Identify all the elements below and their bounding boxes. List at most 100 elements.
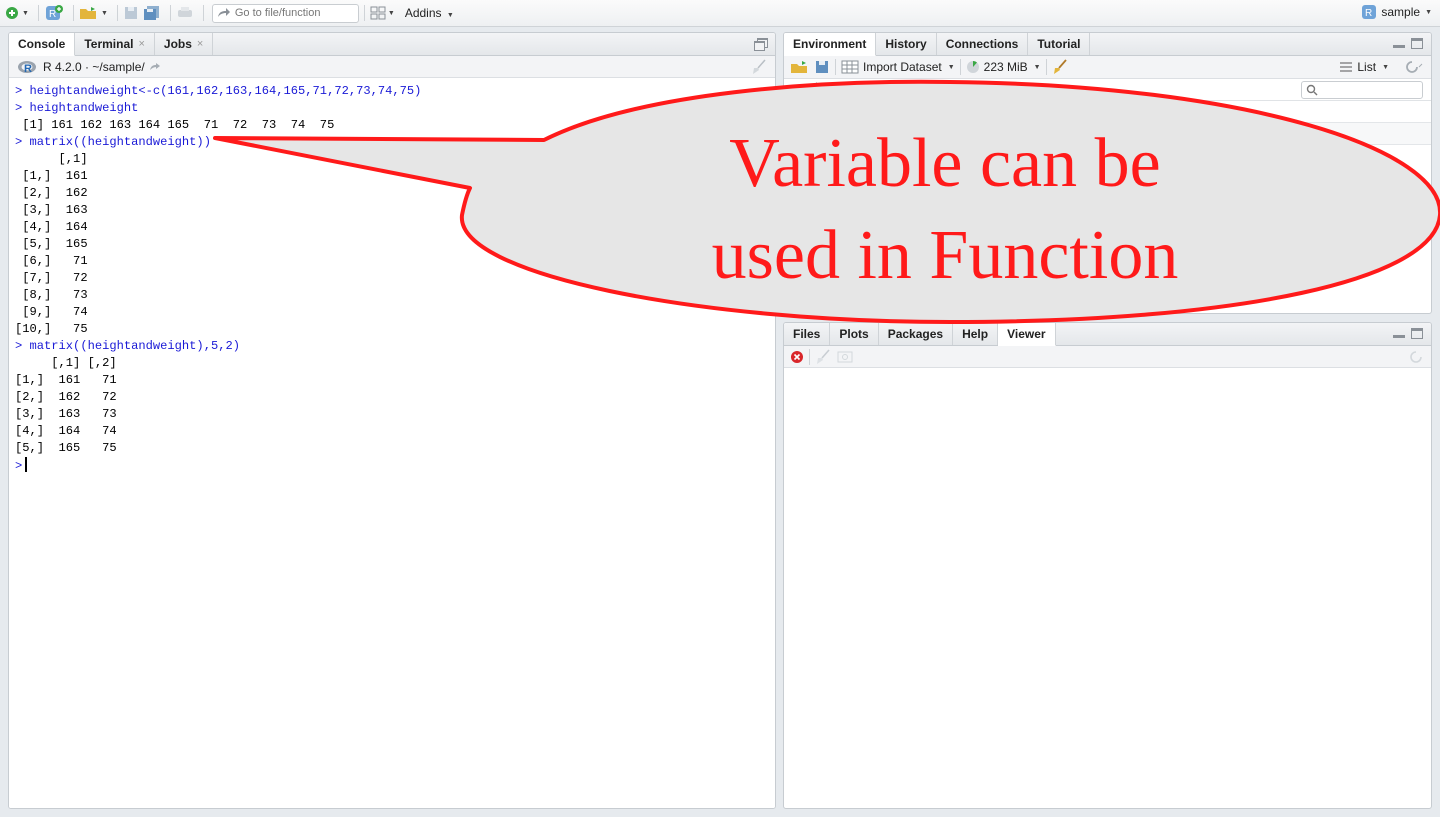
tab-console[interactable]: Console [9,33,76,56]
print-button[interactable] [176,3,194,23]
zoom-icon[interactable] [837,350,853,364]
annotation-line-1: Variable can be [729,125,1161,202]
new-file-button[interactable]: ▼ [4,3,29,23]
console-path-bar: R R 4.2.0 · ~/sample/ [9,56,775,78]
import-dataset-button[interactable]: Import Dataset [863,60,942,74]
goto-arrow-icon [217,8,230,17]
view-mode-select[interactable]: List [1357,60,1376,74]
tab-history[interactable]: History [876,33,937,55]
tab-plots[interactable]: Plots [830,323,879,345]
toolbar-separator [72,5,74,21]
console-output-line: [9,] 74 [15,305,88,319]
maximize-pane-icon[interactable] [1411,328,1423,339]
broom-clear-icon[interactable] [751,59,767,75]
console-command-line: > matrix((heightandweight),5,2) [15,339,240,353]
chevron-down-icon: ▼ [1382,63,1389,71]
tab-label: Files [793,326,821,341]
project-menu[interactable]: R sample ▼ [1361,4,1432,20]
svg-text:R: R [49,9,56,20]
viewer-toolbar [784,346,1431,368]
chevron-down-icon: ▼ [947,63,955,71]
language-select[interactable]: R [790,83,799,97]
chevron-down-icon: ▼ [803,86,811,93]
environment-search-input[interactable] [1321,84,1421,96]
tab-help[interactable]: Help [953,323,999,345]
goto-file-function[interactable] [211,3,359,23]
console-command-line: > heightandweight [15,101,139,115]
addins-menu[interactable]: Addins ▼ [405,6,454,20]
print-icon [177,7,192,17]
environment-select[interactable]: Global Environment [842,83,947,97]
console-command-line: > heightandweight<-c(161,162,163,164,165… [15,84,422,98]
memory-pie-icon [966,60,979,73]
console-output-line: [2,] 162 72 [15,390,117,404]
tab-terminal[interactable]: Terminal × [75,33,155,55]
console-output-line: [10,] 75 [15,322,88,336]
close-icon[interactable]: × [138,38,144,50]
project-label: sample [1381,5,1421,19]
save-all-icon [143,6,159,20]
broom-clear-icon[interactable] [815,348,831,365]
tab-packages[interactable]: Packages [879,323,954,345]
tab-connections[interactable]: Connections [937,33,1029,55]
files-tabbar: Files Plots Packages Help Viewer [784,323,1431,346]
chevron-down-icon: ▼ [953,86,960,93]
environment-subbar: R ▼ Global Environment ▼ [784,79,1431,101]
r-logo-icon: R [18,60,36,74]
broom-clear-icon[interactable] [1052,59,1068,75]
tab-label: Tutorial [1037,36,1081,51]
open-file-button[interactable]: ▼ [79,3,108,23]
main-toolbar: ▼ R ▼ ▼ Addins ▼ R sample ▼ [0,0,1440,27]
import-dataset-icon [841,60,859,74]
annotation-line-2: used in Function [711,217,1179,294]
global-environment-icon [822,83,837,96]
refresh-icon[interactable] [1401,60,1423,74]
tab-label: Connections [945,36,1019,51]
annotation-text: Variable can be used in Function [630,118,1260,302]
svg-text:R: R [24,63,32,74]
tab-viewer[interactable]: Viewer [998,323,1056,346]
new-project-icon: R [45,5,63,20]
restore-pane-icon[interactable] [754,38,768,51]
maximize-pane-icon[interactable] [1411,38,1423,49]
toolbar-separator [363,5,365,21]
save-all-button[interactable] [143,3,161,23]
environment-search[interactable] [1301,81,1423,99]
stop-icon[interactable] [790,350,804,364]
tab-label: Viewer [1007,327,1046,341]
minimize-pane-icon[interactable] [1393,335,1405,338]
tab-environment[interactable]: Environment [784,33,877,56]
tab-jobs[interactable]: Jobs × [155,33,214,55]
tab-tutorial[interactable]: Tutorial [1028,33,1091,55]
r-project-icon: R [1362,5,1377,19]
new-project-button[interactable]: R [44,3,64,23]
console-output-line: [1,] 161 71 [15,373,117,387]
console-path: R 4.2.0 · ~/sample/ [43,59,145,74]
environment-tabbar: Environment History Connections Tutorial [784,33,1431,56]
minimize-pane-icon[interactable] [1393,45,1405,48]
goto-directory-icon[interactable] [149,62,161,72]
goto-input[interactable] [234,7,353,19]
tab-label: Terminal [84,36,134,51]
load-workspace-icon[interactable] [790,59,810,75]
chevron-down-icon: ▼ [1425,8,1432,16]
memory-usage[interactable]: 223 MiB [984,60,1028,74]
tab-label: Jobs [163,36,192,51]
tab-label: Help [962,326,989,341]
svg-text:R: R [1365,8,1372,19]
console-output-line: [3,] 163 73 [15,407,117,421]
close-icon[interactable]: × [197,38,203,50]
save-workspace-icon[interactable] [814,59,830,75]
tab-label: History [885,36,927,51]
toolbar-separator [169,5,171,21]
refresh-icon[interactable] [1409,350,1423,364]
workspace-panes-button[interactable]: ▼ [370,3,395,23]
chevron-down-icon: ▼ [1033,63,1041,71]
console-prompt[interactable]: > [15,457,769,474]
save-icon [124,7,137,19]
save-button[interactable] [123,3,139,23]
list-view-icon [1340,62,1353,72]
tab-files[interactable]: Files [784,323,831,345]
console-output-line: [5,] 165 75 [15,441,117,455]
console-output-line: [,1] [,2] [15,356,117,370]
